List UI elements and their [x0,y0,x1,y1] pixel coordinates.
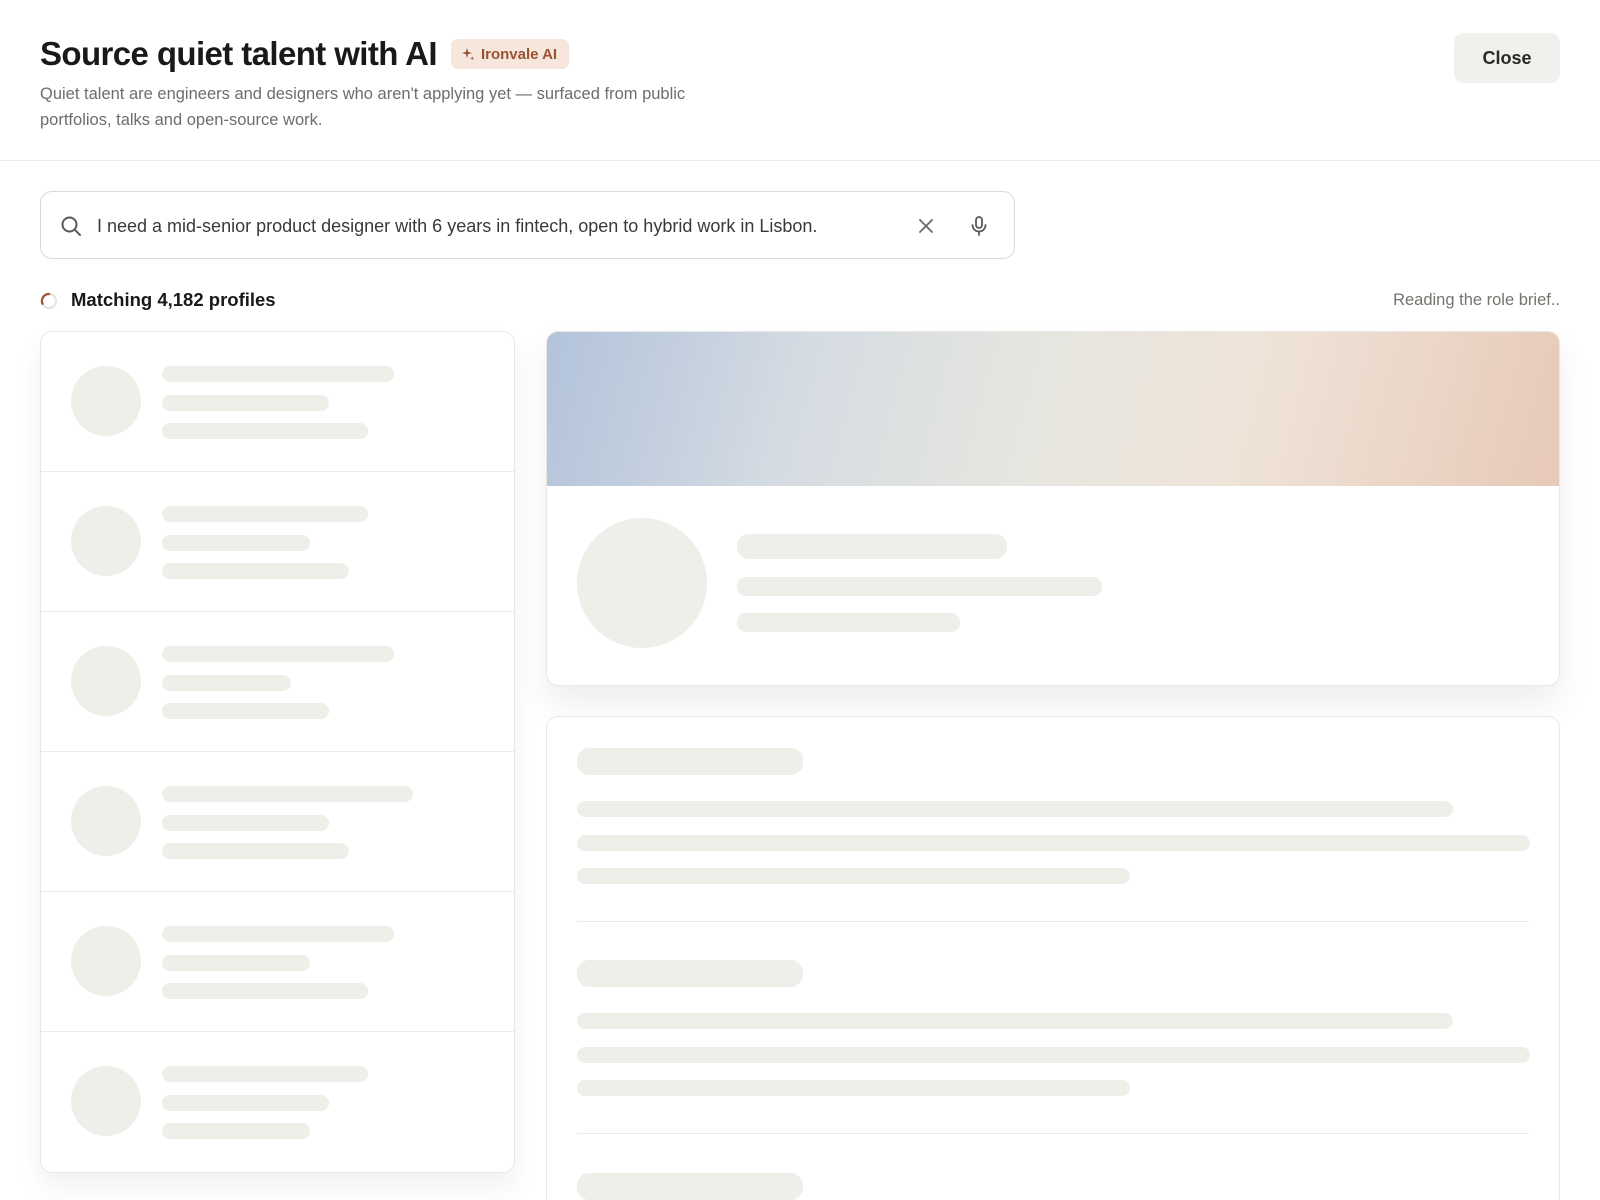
list-item[interactable] [41,472,514,612]
status-row: Matching 4,182 profiles Reading the role… [40,288,1560,312]
loading-spinner-icon [40,292,58,310]
profile-details-card [546,716,1560,1200]
ai-badge-label: Ironvale AI [480,45,558,63]
skeleton-line [162,646,394,662]
avatar-placeholder [71,506,141,576]
skeleton-line [162,1123,310,1139]
close-button[interactable]: Close [1454,33,1560,83]
list-item[interactable] [41,1032,514,1172]
title-row: Source quiet talent with AI Ironvale AI [40,34,570,74]
skeleton-line [162,535,310,551]
matching-status: Matching 4,182 profiles [71,289,276,310]
search-input[interactable] [97,204,937,248]
skeleton-line [162,983,368,999]
skeleton-line [577,1047,1530,1063]
skeleton-line [737,613,960,632]
skeleton-line [577,1013,1453,1029]
skeleton-line [737,577,1102,596]
skeleton-line [162,926,394,942]
profile-avatar-placeholder [577,518,707,648]
avatar-placeholder [71,1066,141,1136]
skeleton-line [162,786,413,802]
clear-icon[interactable] [915,215,937,237]
section-divider [577,921,1529,922]
skeleton-line [162,955,310,971]
list-item[interactable] [41,752,514,892]
avatar-placeholder [71,786,141,856]
skeleton-line [577,835,1530,851]
skeleton-line [162,366,394,382]
skeleton-line [162,703,329,719]
profile-preview-card [546,331,1560,686]
skeleton-line [162,1095,329,1111]
page-subtitle: Quiet talent are engineers and designers… [40,85,686,129]
progress-text: Reading the role brief.. [1393,291,1560,309]
ai-badge: Ironvale AI [450,39,570,69]
skeleton-line [577,868,1130,884]
skeleton-line [737,534,1007,559]
skeleton-line [577,1080,1130,1096]
modal-header: Source quiet talent with AI Ironvale AI … [0,0,1600,161]
skeleton-line [162,395,329,411]
avatar-placeholder [71,926,141,996]
list-item[interactable] [41,332,514,472]
skeleton-line [162,815,329,831]
candidate-list [40,331,515,1173]
list-item[interactable] [41,892,514,1032]
skeleton-heading [577,960,803,987]
skeleton-line [162,506,368,522]
skeleton-heading [577,748,803,775]
skeleton-line [162,843,349,859]
skeleton-line [162,1066,368,1082]
page-title: Source quiet talent with AI [40,35,438,72]
skeleton-line [577,801,1453,817]
sparkle-icon [461,48,475,61]
skeleton-heading [577,1173,803,1200]
skeleton-line [162,675,291,691]
section-divider [577,1133,1529,1134]
skeleton-line [162,423,368,439]
list-item[interactable] [41,612,514,752]
skeleton-line [162,563,349,579]
profile-banner [547,332,1559,486]
search-box[interactable] [40,191,1015,259]
avatar-placeholder [71,366,141,436]
microphone-icon[interactable] [967,214,991,238]
search-icon [61,216,81,236]
avatar-placeholder [71,646,141,716]
